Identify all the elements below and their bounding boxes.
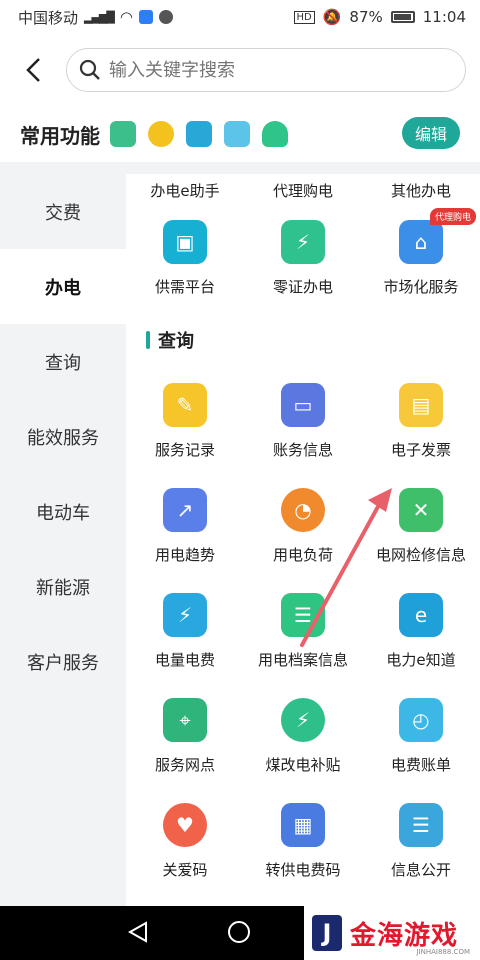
charger-icon[interactable] [110, 121, 136, 147]
battery-percent: 87% [349, 8, 383, 26]
archive-icon: ☰ [281, 593, 325, 637]
query-item-coal-to-electric-subsidy[interactable]: ⚡ 煤改电补贴 [244, 684, 362, 789]
search-icon [79, 59, 100, 80]
query-item-load[interactable]: ◔ 用电负荷 [244, 474, 362, 579]
service-label[interactable]: 办电e助手 [126, 180, 244, 201]
query-row: ⚡ 电量电费 ☰ 用电档案信息 e 电力e知道 [126, 579, 480, 684]
mute-icon: 🔕 [322, 8, 342, 26]
qr-heart-icon: ♥ [163, 803, 207, 847]
query-item-information-disclosure[interactable]: ☰ 信息公开 [362, 789, 480, 894]
store-icon: ⌂ [399, 220, 443, 264]
trend-chart-icon: ↗ [163, 488, 207, 532]
map-pin-icon: ⌖ [163, 698, 207, 742]
partial-row-labels: 办电e助手 代理购电 其他办电 [126, 174, 480, 206]
service-label[interactable]: 代理购电 [244, 180, 362, 201]
bill-icon[interactable] [186, 121, 212, 147]
user-icon[interactable] [262, 121, 288, 147]
sidebar-item-ev[interactable]: 电动车 [0, 474, 126, 549]
nav-home-icon[interactable] [228, 921, 250, 943]
nav-back-icon[interactable] [126, 920, 150, 944]
proxy-purchase-badge: 代理购电 [429, 208, 476, 225]
query-item-usage-trend[interactable]: ↗ 用电趋势 [126, 474, 244, 579]
query-item-service-records[interactable]: ✎ 服务记录 [126, 369, 244, 474]
service-item-supply-platform[interactable]: ▣ 供需平台 [126, 206, 244, 311]
category-sidebar: 交费 办电 查询 能效服务 电动车 新能源 客户服务 [0, 174, 126, 906]
watermark-logo: J [312, 915, 342, 951]
wechat-icon [158, 10, 173, 24]
clipboard-bolt-icon: ⚡ [281, 220, 325, 264]
query-item-grid-maintenance[interactable]: ✕ 电网检修信息 [362, 474, 480, 579]
service-item-zero-certificate[interactable]: ⚡ 零证办电 [244, 206, 362, 311]
hd-icon: HD [293, 10, 315, 24]
query-item-power-fee[interactable]: ⚡ 电量电费 [126, 579, 244, 684]
report-icon[interactable] [224, 121, 250, 147]
function-grid-panel: 办电e助手 代理购电 其他办电 ▣ 供需平台 ⚡ 零证办电 代理购电 ⌂ 市场化… [126, 174, 480, 906]
query-row: ⌖ 服务网点 ⚡ 煤改电补贴 ◴ 电费账单 [126, 684, 480, 789]
sidebar-item-customer-service[interactable]: 客户服务 [0, 624, 126, 699]
battery-icon [390, 11, 415, 23]
maintenance-icon: ✕ [399, 488, 443, 532]
section-accent-bar [146, 331, 150, 349]
wifi-icon: ◠ [119, 8, 133, 26]
edit-button[interactable]: 编辑 [402, 117, 460, 149]
query-row: ♥ 关爱码 ▦ 转供电费码 ☰ 信息公开 [126, 789, 480, 894]
common-functions-bar: 常用功能 编辑 [0, 106, 480, 162]
qr-scan-icon: ▦ [281, 803, 325, 847]
query-row: ✎ 服务记录 ▭ 账务信息 ▤ 电子发票 [126, 369, 480, 474]
wallet-icon: ▭ [281, 383, 325, 427]
service-label[interactable]: 其他办电 [362, 180, 480, 201]
signboard-icon: ☰ [399, 803, 443, 847]
query-item-e-invoice[interactable]: ▤ 电子发票 [362, 369, 480, 474]
sidebar-item-new-energy[interactable]: 新能源 [0, 549, 126, 624]
query-item-power-knowledge[interactable]: e 电力e知道 [362, 579, 480, 684]
back-button[interactable] [16, 52, 52, 88]
notebook-icon: ✎ [163, 383, 207, 427]
watermark-url: JINHAI888.COM [416, 948, 470, 956]
service-row: ▣ 供需平台 ⚡ 零证办电 代理购电 ⌂ 市场化服务 [126, 206, 480, 311]
search-input[interactable] [109, 59, 439, 81]
query-section-header: 查询 [126, 311, 480, 369]
bolt-card-icon: ⚡ [163, 593, 207, 637]
query-item-service-outlets[interactable]: ⌖ 服务网点 [126, 684, 244, 789]
invoice-icon: ▤ [399, 383, 443, 427]
service-item-market-service[interactable]: 代理购电 ⌂ 市场化服务 [362, 206, 480, 311]
fire-bolt-icon: ⚡ [281, 698, 325, 742]
query-item-transfer-fee-code[interactable]: ▦ 转供电费码 [244, 789, 362, 894]
query-item-care-code[interactable]: ♥ 关爱码 [126, 789, 244, 894]
e-book-icon: e [399, 593, 443, 637]
receipt-icon: ◴ [399, 698, 443, 742]
query-item-archive-info[interactable]: ☰ 用电档案信息 [244, 579, 362, 684]
clock: 11:04 [422, 8, 466, 26]
query-section-title: 查询 [158, 331, 194, 352]
lightbulb-icon[interactable] [148, 121, 174, 147]
gauge-icon: ◔ [281, 488, 325, 532]
watermark-text: 金海游戏 [350, 920, 459, 951]
sidebar-item-electricity-service[interactable]: 办电 [0, 249, 126, 324]
chevron-left-icon [26, 58, 40, 82]
sidebar-item-payment[interactable]: 交费 [0, 174, 126, 249]
sidebar-item-query[interactable]: 查询 [0, 324, 126, 399]
status-bar: 中国移动 ▂▄▆█ ◠ HD 🔕 87% 11:04 [0, 0, 480, 34]
query-item-power-bill[interactable]: ◴ 电费账单 [362, 684, 480, 789]
section-divider [0, 162, 480, 174]
query-row: ↗ 用电趋势 ◔ 用电负荷 ✕ 电网检修信息 [126, 474, 480, 579]
signal-icon: ▂▄▆█ [84, 10, 115, 24]
search-header [0, 34, 480, 106]
app-notification-icon [138, 10, 153, 24]
site-watermark: J 金海游戏 JINHAI888.COM [304, 906, 480, 960]
common-functions-title: 常用功能 [20, 123, 100, 148]
sidebar-item-energy-efficiency[interactable]: 能效服务 [0, 399, 126, 474]
query-item-account-info[interactable]: ▭ 账务信息 [244, 369, 362, 474]
search-box[interactable] [66, 48, 466, 92]
carrier-label: 中国移动 [18, 8, 79, 27]
monitor-icon: ▣ [163, 220, 207, 264]
